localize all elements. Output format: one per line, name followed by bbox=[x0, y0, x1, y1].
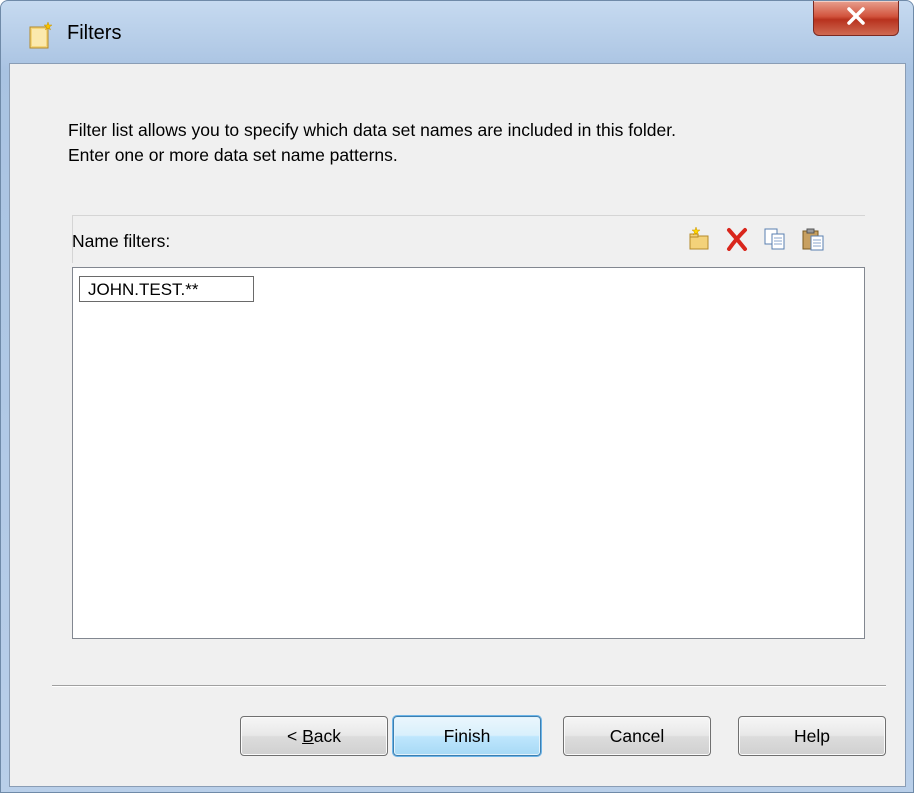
filters-dialog: Filters Filter list allows you to specif… bbox=[0, 0, 914, 793]
name-filters-label: Name filters: bbox=[72, 231, 171, 251]
delete-filter-button[interactable] bbox=[724, 227, 750, 256]
button-separator bbox=[52, 685, 886, 686]
window-folder-icon bbox=[28, 21, 54, 49]
paste-filter-button[interactable] bbox=[800, 228, 826, 254]
delete-icon bbox=[725, 227, 749, 256]
back-button-label: ack bbox=[313, 726, 341, 746]
close-button[interactable] bbox=[813, 1, 899, 36]
description-line-1: Filter list allows you to specify which … bbox=[68, 120, 676, 140]
copy-icon bbox=[763, 227, 787, 256]
description-text: Filter list allows you to specify which … bbox=[68, 118, 868, 168]
cancel-button[interactable]: Cancel bbox=[563, 716, 711, 756]
back-button[interactable]: < Back bbox=[240, 716, 388, 756]
help-button[interactable]: Help bbox=[738, 716, 886, 756]
dialog-content: Filter list allows you to specify which … bbox=[9, 63, 906, 787]
name-filters-list[interactable]: JOHN.TEST.** bbox=[72, 267, 865, 639]
filters-toolbar bbox=[686, 225, 826, 256]
new-filter-button[interactable] bbox=[686, 225, 712, 256]
close-icon bbox=[846, 6, 866, 30]
new-filter-icon bbox=[687, 225, 711, 256]
paste-icon bbox=[801, 227, 825, 256]
finish-button[interactable]: Finish bbox=[393, 716, 541, 756]
description-line-2: Enter one or more data set name patterns… bbox=[68, 145, 398, 165]
window-title: Filters bbox=[67, 22, 122, 44]
title-bar[interactable]: Filters bbox=[1, 1, 913, 67]
copy-filter-button[interactable] bbox=[762, 228, 788, 254]
back-button-mnemonic: B bbox=[302, 726, 314, 746]
group-divider bbox=[72, 215, 865, 216]
back-button-prefix: < bbox=[286, 726, 303, 746]
filter-item-input[interactable]: JOHN.TEST.** bbox=[79, 276, 254, 302]
